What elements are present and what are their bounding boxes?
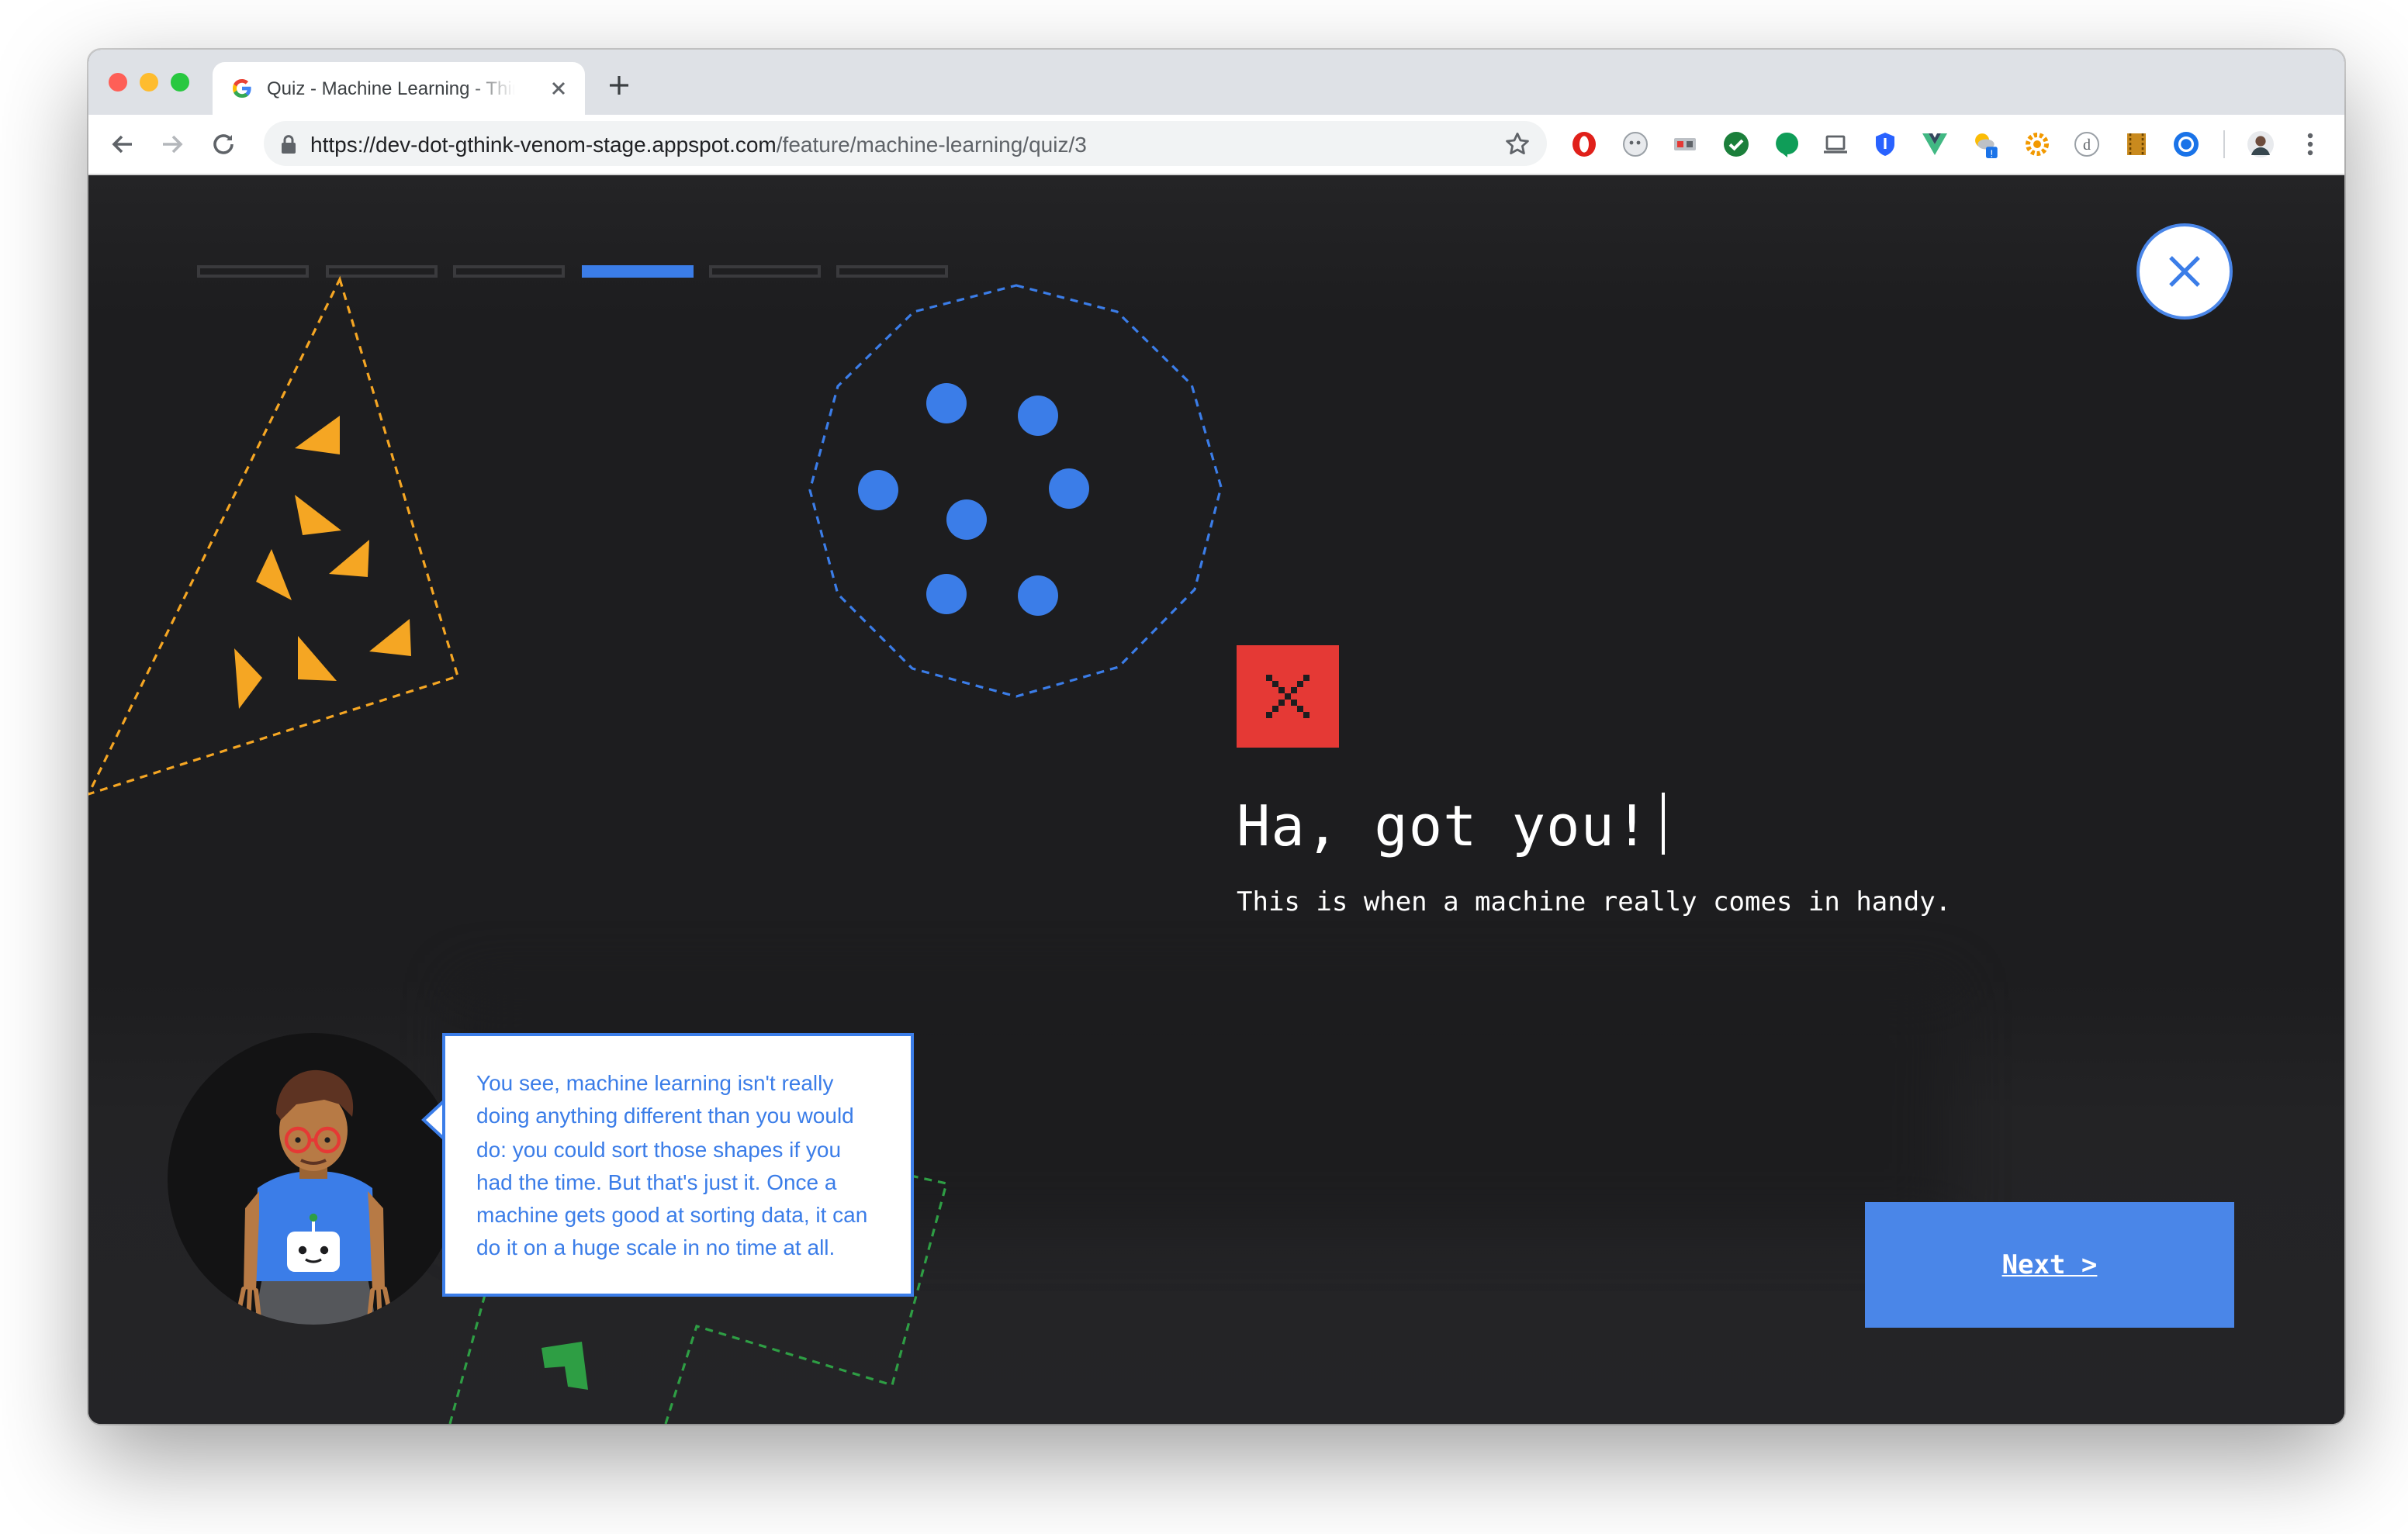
dot-cluster [808, 284, 1223, 698]
incorrect-badge [1237, 645, 1339, 748]
triangle-shape [369, 619, 411, 656]
maximize-window-button[interactable] [171, 73, 189, 92]
close-quiz-button[interactable] [2136, 223, 2233, 320]
ghost-icon[interactable] [1621, 130, 1649, 158]
tab-title: Quiz - Machine Learning - Think with Goo… [267, 78, 515, 99]
circle-shape [858, 470, 898, 510]
tab-close-icon[interactable] [548, 78, 569, 99]
triangle-shape [295, 416, 340, 454]
next-button-label: Next > [2001, 1249, 2098, 1280]
triangle-shape [256, 549, 292, 600]
sync-icon[interactable] [2172, 130, 2200, 158]
triangle-shape [295, 495, 341, 535]
opera-icon[interactable] [1570, 130, 1598, 158]
laptop-icon[interactable] [1822, 130, 1849, 158]
chat-bubble-icon[interactable] [1773, 130, 1801, 158]
new-tab-icon[interactable] [607, 73, 631, 98]
x-mark-icon [1266, 675, 1310, 718]
close-window-button[interactable] [109, 73, 127, 92]
google-favicon-icon [233, 79, 251, 98]
browser-toolbar: https://dev-dot-gthink-venom-stage.appsp… [88, 115, 2344, 175]
weather-icon[interactable]: ! [1972, 130, 2000, 158]
circle-shape [946, 499, 987, 540]
guide-character-avatar [168, 1033, 458, 1325]
green-shape [541, 1342, 588, 1390]
svg-text:!: ! [1991, 147, 1994, 158]
vue-icon[interactable] [1921, 130, 1949, 158]
bookmark-star-icon[interactable] [1503, 130, 1531, 158]
result-headline: Ha, got you! [1237, 793, 1666, 859]
shield-icon[interactable] [1871, 130, 1899, 158]
forward-arrow-icon[interactable] [157, 129, 188, 160]
speech-bubble: You see, machine learning isn't really d… [442, 1033, 914, 1297]
circle-shape [1018, 575, 1058, 616]
film-icon[interactable] [2123, 130, 2150, 158]
lock-icon [282, 135, 296, 154]
url-host: https://dev-dot-gthink-venom-stage.appsp… [310, 132, 777, 157]
triangle-cluster [88, 275, 459, 796]
speech-text: You see, machine learning isn't really d… [476, 1070, 868, 1260]
next-button[interactable]: Next > [1865, 1202, 2234, 1328]
triangle-shape [298, 636, 337, 681]
browser-window: Quiz - Machine Learning - Think with Goo… [88, 50, 2344, 1424]
address-bar[interactable]: https://dev-dot-gthink-venom-stage.appsp… [264, 121, 1547, 166]
url-path: /feature/machine-learning/quiz/3 [776, 132, 1087, 157]
circle-shape [1018, 396, 1058, 436]
tab-active[interactable]: Quiz - Machine Learning - Think with Goo… [213, 62, 585, 115]
minimize-window-button[interactable] [140, 73, 158, 92]
menu-kebab-icon[interactable] [2296, 130, 2324, 158]
tab-strip: Quiz - Machine Learning - Think with Goo… [88, 50, 2344, 115]
close-icon [2169, 256, 2200, 287]
gear-icon[interactable] [2023, 130, 2051, 158]
circle-shape [1049, 468, 1089, 509]
triangle-shape [329, 540, 369, 577]
quiz-page: Ha, got you! This is when a machine real… [88, 175, 2344, 1424]
triangle-shape [234, 648, 262, 709]
toolbar-divider [2223, 130, 2225, 158]
d-icon[interactable]: d [2073, 130, 2101, 158]
circle-shape [926, 383, 967, 423]
media-icon[interactable] [1671, 130, 1699, 158]
url-text: https://dev-dot-gthink-venom-stage.appsp… [310, 132, 1087, 157]
reload-icon[interactable] [208, 129, 239, 160]
dashed-triangle-outline [88, 275, 459, 796]
profile-avatar-icon[interactable] [2247, 130, 2275, 158]
result-headline-text: Ha, got you! [1237, 796, 1650, 859]
svg-text:d: d [2083, 136, 2091, 154]
result-subheadline: This is when a machine really comes in h… [1237, 887, 1952, 918]
circle-shape [926, 574, 967, 614]
text-cursor [1662, 793, 1666, 855]
back-arrow-icon[interactable] [107, 129, 138, 160]
check-icon[interactable] [1722, 130, 1750, 158]
